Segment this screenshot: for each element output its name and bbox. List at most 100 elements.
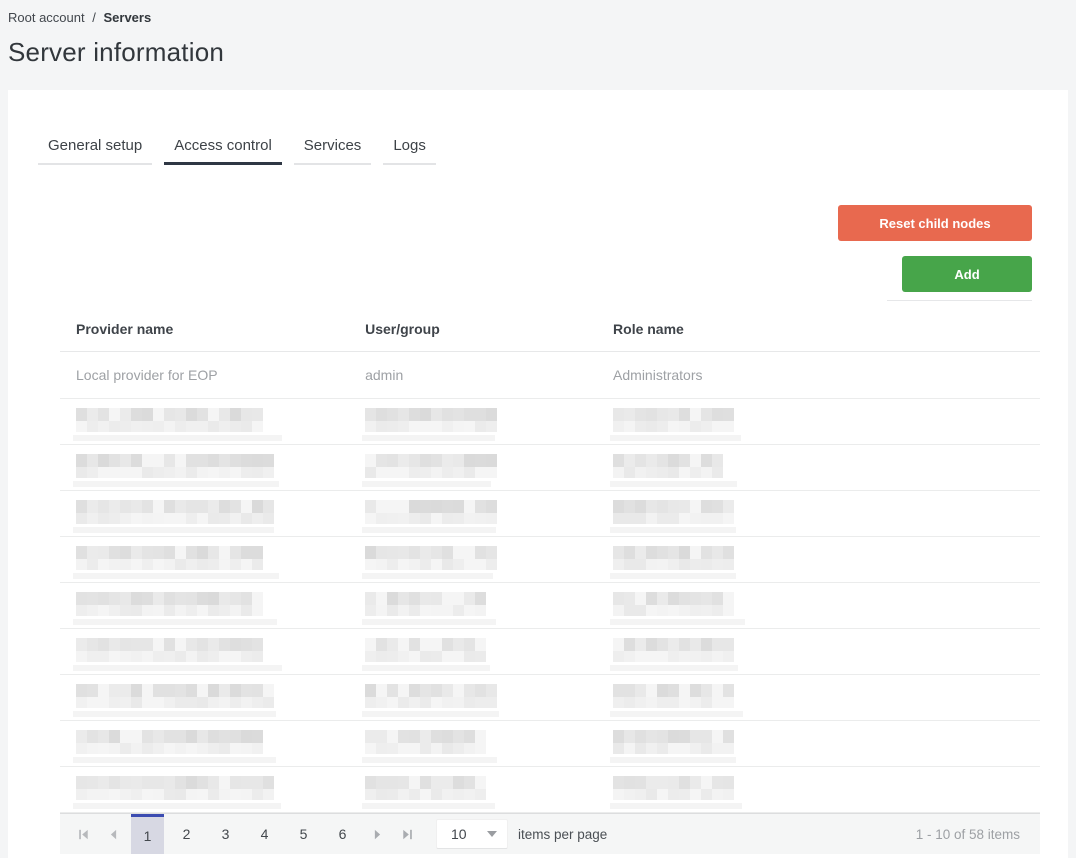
last-page-icon bbox=[402, 829, 412, 839]
tab-access-control[interactable]: Access control bbox=[164, 137, 282, 165]
pager-page-2[interactable]: 2 bbox=[170, 814, 203, 854]
breadcrumb: Root account / Servers bbox=[8, 8, 1068, 31]
cell-redacted bbox=[60, 399, 349, 444]
redacted-subline bbox=[610, 481, 738, 487]
page-title: Server information bbox=[8, 37, 225, 67]
cell-provider-name: Local provider for EOP bbox=[76, 367, 218, 383]
cell-redacted bbox=[60, 767, 349, 812]
cell-redacted bbox=[60, 491, 349, 536]
redacted-subline bbox=[610, 435, 742, 441]
tab-general-setup[interactable]: General setup bbox=[38, 137, 153, 165]
column-header-provider-name[interactable]: Provider name bbox=[60, 321, 349, 337]
reset-child-nodes-button[interactable]: Reset child nodes bbox=[838, 205, 1032, 241]
cell-redacted bbox=[349, 675, 597, 720]
redacted-subline bbox=[610, 711, 744, 717]
redacted-subline bbox=[73, 573, 279, 579]
tab-logs[interactable]: Logs bbox=[383, 137, 436, 165]
cell-redacted bbox=[60, 721, 349, 766]
cell-redacted bbox=[349, 583, 597, 628]
pager-page-5[interactable]: 5 bbox=[287, 814, 320, 854]
cell-redacted bbox=[597, 399, 1040, 444]
access-control-grid: Provider name User/group Role name Local… bbox=[60, 307, 1040, 854]
table-row-redacted[interactable] bbox=[60, 721, 1040, 767]
cell-redacted bbox=[597, 629, 1040, 674]
content-card: General setup Access control Services Lo… bbox=[8, 90, 1068, 858]
cell-redacted bbox=[60, 445, 349, 490]
pager-page-3[interactable]: 3 bbox=[209, 814, 242, 854]
cell-user-group: admin bbox=[365, 367, 404, 383]
chevron-down-icon bbox=[487, 831, 497, 837]
redacted-subline bbox=[73, 803, 281, 809]
column-header-user-group[interactable]: User/group bbox=[349, 321, 597, 337]
redacted-subline bbox=[73, 527, 274, 533]
cell-redacted bbox=[349, 767, 597, 812]
chevron-left-icon bbox=[110, 829, 116, 839]
page-root: Root account / Servers Server informatio… bbox=[0, 0, 1076, 858]
toolbar: Reset child nodes Add bbox=[8, 205, 1068, 301]
column-header-role-name[interactable]: Role name bbox=[597, 321, 1040, 337]
page-size-value: 10 bbox=[451, 826, 467, 842]
cell-redacted bbox=[349, 721, 597, 766]
redacted-subline bbox=[73, 435, 282, 441]
redacted-subline bbox=[610, 573, 737, 579]
toolbar-divider bbox=[887, 300, 1032, 301]
redacted-subline bbox=[73, 711, 276, 717]
cell-redacted bbox=[60, 675, 349, 720]
redacted-subline bbox=[362, 435, 496, 441]
pager-next-page-button[interactable] bbox=[362, 814, 392, 854]
redacted-subline bbox=[610, 803, 743, 809]
breadcrumb-separator: / bbox=[92, 10, 96, 25]
redacted-subline bbox=[610, 527, 737, 533]
cell-redacted bbox=[349, 537, 597, 582]
cell-redacted bbox=[60, 629, 349, 674]
page-size-dropdown[interactable]: 10 bbox=[436, 819, 508, 849]
redacted-subline bbox=[362, 711, 500, 717]
table-row-redacted[interactable] bbox=[60, 583, 1040, 629]
items-per-page-label: items per page bbox=[518, 826, 608, 842]
table-row-redacted[interactable] bbox=[60, 445, 1040, 491]
cell-redacted bbox=[60, 537, 349, 582]
redacted-subline bbox=[362, 665, 491, 671]
table-row-redacted[interactable] bbox=[60, 537, 1040, 583]
pager-page-6[interactable]: 6 bbox=[326, 814, 359, 854]
table-row-redacted[interactable] bbox=[60, 675, 1040, 721]
pager-prev-page-button[interactable] bbox=[98, 814, 128, 854]
pager-page-1[interactable]: 1 bbox=[131, 814, 164, 854]
table-row-redacted[interactable] bbox=[60, 491, 1040, 537]
pager-range-info: 1 - 10 of 58 items bbox=[915, 826, 1020, 842]
redacted-subline bbox=[362, 757, 498, 763]
table-row-redacted[interactable] bbox=[60, 767, 1040, 813]
cell-redacted bbox=[597, 721, 1040, 766]
redacted-subline bbox=[362, 573, 494, 579]
pager-page-4[interactable]: 4 bbox=[248, 814, 281, 854]
breadcrumb-current-servers: Servers bbox=[103, 10, 152, 25]
cell-redacted bbox=[349, 629, 597, 674]
pager: 123456 10 items per page 1 - 10 of 58 it… bbox=[60, 813, 1040, 854]
tab-services[interactable]: Services bbox=[293, 137, 372, 165]
cell-redacted bbox=[349, 399, 597, 444]
table-header-row: Provider name User/group Role name bbox=[60, 307, 1040, 352]
redacted-subline bbox=[362, 527, 497, 533]
redacted-subline bbox=[362, 481, 492, 487]
cell-redacted bbox=[597, 767, 1040, 812]
redacted-subline bbox=[73, 757, 276, 763]
cell-redacted bbox=[597, 445, 1040, 490]
table-row-redacted[interactable] bbox=[60, 629, 1040, 675]
redacted-subline bbox=[610, 665, 739, 671]
cell-redacted bbox=[60, 583, 349, 628]
table-row[interactable]: Local provider for EOP admin Administrat… bbox=[60, 352, 1040, 399]
pager-last-page-button[interactable] bbox=[392, 814, 422, 854]
table-row-redacted[interactable] bbox=[60, 399, 1040, 445]
redacted-subline bbox=[73, 619, 277, 625]
chevron-right-icon bbox=[374, 829, 380, 839]
pager-first-page-button[interactable] bbox=[68, 814, 98, 854]
cell-redacted bbox=[349, 445, 597, 490]
first-page-icon bbox=[78, 829, 88, 839]
tab-strip: General setup Access control Services Lo… bbox=[8, 137, 1068, 165]
redacted-subline bbox=[362, 619, 497, 625]
redacted-subline bbox=[362, 803, 496, 809]
breadcrumb-root-account[interactable]: Root account bbox=[8, 10, 85, 25]
cell-redacted bbox=[597, 583, 1040, 628]
page-size-wrap: 10 items per page bbox=[436, 814, 607, 854]
add-button[interactable]: Add bbox=[902, 256, 1032, 292]
